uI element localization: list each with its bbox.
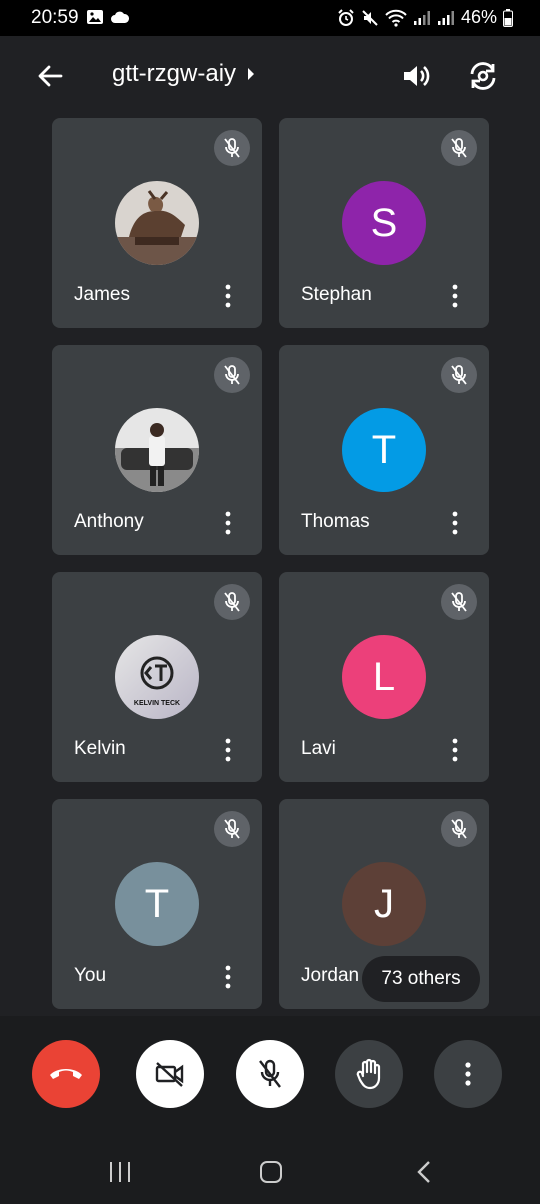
hand-icon [356,1058,381,1090]
participant-name: Anthony [74,511,144,532]
battery-percent: 46% [460,7,497,27]
camera-off-icon [155,1062,184,1087]
participant-options-button[interactable] [443,282,467,310]
mic-off-icon [451,592,467,612]
alarm-icon [337,8,355,27]
raise-hand-button[interactable] [335,1040,403,1108]
flip-camera-button[interactable] [463,56,503,96]
status-time: 20:59 [31,7,79,28]
others-chip[interactable]: 73 others [362,956,480,1002]
avatar [115,181,199,265]
participant-name: Kelvin [74,738,126,759]
call-controls [0,1016,540,1126]
avatar: T [115,862,199,946]
cloud-icon [110,9,130,30]
muted-indicator [441,584,477,620]
back-button[interactable] [30,58,70,94]
avatar: T [342,408,426,492]
camera-toggle-button[interactable] [136,1040,204,1108]
speaker-icon [404,66,430,86]
participant-tile[interactable]: T Thomas [279,345,489,555]
participant-name: Thomas [301,511,370,532]
meeting-title-button[interactable]: gtt-rzgw-aiy [112,60,256,88]
avatar [115,408,199,492]
participant-options-button[interactable] [443,509,467,537]
muted-indicator [441,357,477,393]
participant-options-button[interactable] [216,736,240,764]
participant-tile[interactable]: T You [52,799,262,1009]
participant-name: Lavi [301,738,336,759]
muted-indicator [214,130,250,166]
muted-indicator [214,357,250,393]
avatar: KELVIN TECK [115,635,199,719]
mute-sound-icon [361,9,379,27]
participant-name: Jordan [301,965,360,986]
microphone-toggle-button[interactable] [236,1040,304,1108]
home-button[interactable] [251,1152,291,1192]
mic-off-icon [451,138,467,158]
participant-name: You [74,965,107,986]
more-options-button[interactable] [434,1040,502,1108]
participant-name: Stephan [301,284,372,305]
participant-tile[interactable]: S Stephan [279,118,489,328]
participant-options-button[interactable] [443,736,467,764]
more-vert-icon [452,511,458,535]
signal-icon-2 [437,10,455,26]
home-icon [260,1161,282,1183]
navigation-bar [0,1126,540,1204]
more-vert-icon [225,511,231,535]
back-arrow-icon [38,65,63,87]
mic-off-icon [224,819,240,839]
mic-off-icon [224,365,240,385]
nav-back-icon [417,1161,430,1183]
mic-off-icon [259,1059,281,1088]
nav-back-button[interactable] [404,1152,444,1192]
mic-off-icon [224,138,240,158]
participant-tile[interactable]: Anthony [52,345,262,555]
more-vert-icon [225,965,231,989]
gallery-icon [86,9,104,30]
avatar: L [342,635,426,719]
meeting-code: gtt-rzgw-aiy [112,60,237,87]
muted-indicator [441,130,477,166]
mic-off-icon [224,592,240,612]
muted-indicator [214,811,250,847]
participant-options-button[interactable] [216,963,240,991]
more-vert-icon [452,284,458,308]
mic-off-icon [451,365,467,385]
speaker-button[interactable] [396,56,436,96]
chevron-right-icon [248,68,255,80]
more-vert-icon [225,738,231,762]
participant-tile[interactable]: KELVIN TECK Kelvin [52,572,262,782]
wifi-icon [385,9,407,27]
participant-tile[interactable]: L Lavi [279,572,489,782]
muted-indicator [214,584,250,620]
recent-apps-button[interactable] [100,1152,140,1192]
participant-name: James [74,284,130,305]
battery-icon [503,8,513,27]
status-bar: 20:59 46% [0,0,540,36]
mic-off-icon [451,819,467,839]
participant-options-button[interactable] [216,282,240,310]
avatar: S [342,181,426,265]
avatar: J [342,862,426,946]
hang-up-icon [50,1069,82,1079]
more-vert-icon [452,738,458,762]
participant-options-button[interactable] [216,509,240,537]
svg-text:KELVIN TECK: KELVIN TECK [134,700,180,707]
more-vert-icon [465,1062,471,1086]
participant-tile[interactable]: James [52,118,262,328]
muted-indicator [441,811,477,847]
end-call-button[interactable] [32,1040,100,1108]
more-vert-icon [225,284,231,308]
recent-apps-icon [110,1162,130,1182]
signal-icon [413,10,431,26]
flip-camera-icon [470,62,496,90]
app-bar: gtt-rzgw-aiy [0,36,540,114]
